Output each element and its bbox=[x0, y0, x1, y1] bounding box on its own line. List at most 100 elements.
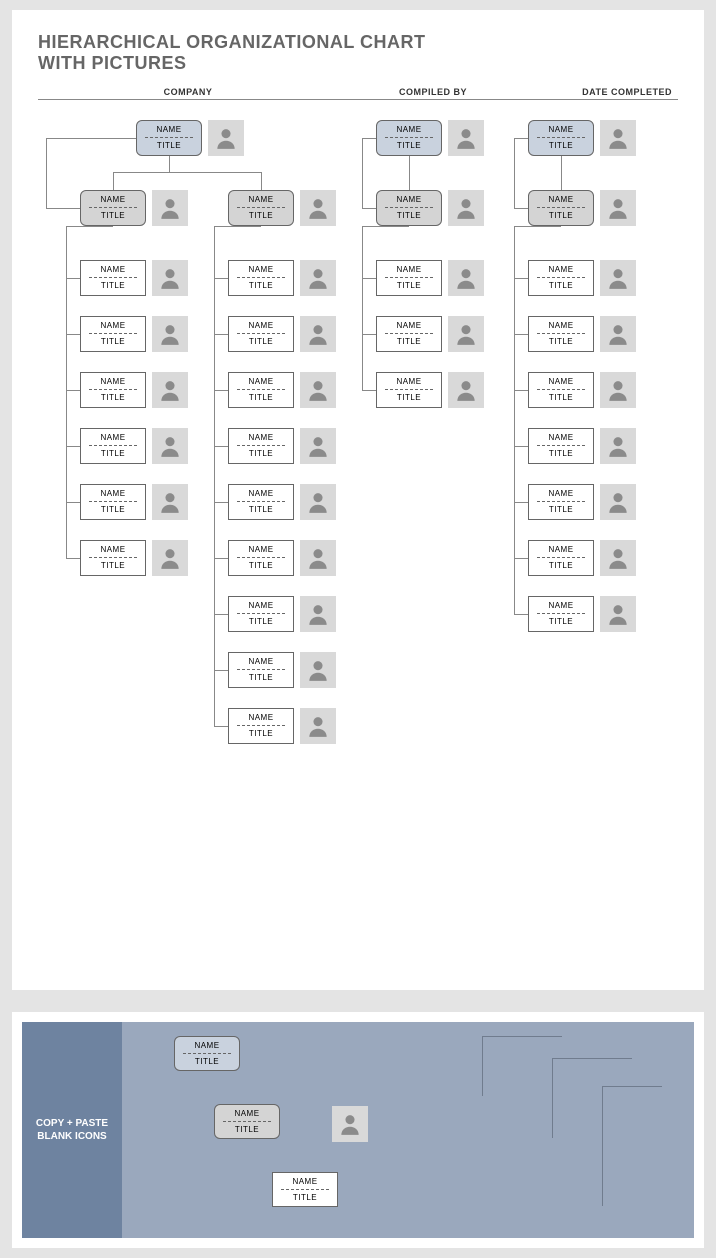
connector-line bbox=[214, 278, 228, 279]
connector-line bbox=[169, 156, 170, 172]
avatar-placeholder-icon bbox=[300, 652, 336, 688]
org-node: NAMETITLE bbox=[228, 708, 336, 744]
connector-line bbox=[214, 558, 228, 559]
node-name: NAME bbox=[377, 377, 441, 386]
avatar-placeholder-icon bbox=[300, 596, 336, 632]
connector-sample bbox=[602, 1086, 662, 1206]
connector-line bbox=[514, 390, 528, 391]
connector-line bbox=[514, 446, 528, 447]
avatar-placeholder-icon bbox=[300, 540, 336, 576]
avatar-placeholder-icon bbox=[448, 190, 484, 226]
org-node: NAMETITLE bbox=[80, 484, 188, 520]
org-node: NAMETITLE bbox=[174, 1036, 240, 1071]
avatar-placeholder-icon bbox=[600, 372, 636, 408]
connector-line bbox=[46, 138, 47, 208]
node-name: NAME bbox=[175, 1041, 239, 1050]
connector-line bbox=[514, 502, 528, 503]
org-node: NAMETITLE bbox=[528, 484, 636, 520]
node-name: NAME bbox=[81, 377, 145, 386]
node-title: TITLE bbox=[137, 141, 201, 150]
connector-line bbox=[362, 226, 409, 227]
connector-line bbox=[362, 138, 376, 139]
avatar-placeholder-icon bbox=[152, 540, 188, 576]
org-card: NAMETITLE bbox=[528, 372, 594, 408]
avatar-placeholder-icon bbox=[600, 428, 636, 464]
copy-paste-line-1: COPY + PASTE bbox=[36, 1118, 108, 1129]
header-company: COMPANY bbox=[38, 87, 338, 97]
node-title: TITLE bbox=[529, 337, 593, 346]
title-line-2: WITH PICTURES bbox=[38, 53, 187, 73]
node-name: NAME bbox=[229, 321, 293, 330]
org-card: NAME TITLE bbox=[228, 428, 294, 464]
node-name: NAME bbox=[529, 321, 593, 330]
node-title: TITLE bbox=[229, 211, 293, 220]
node-name: NAME bbox=[215, 1109, 279, 1118]
connector-line bbox=[514, 138, 528, 139]
org-card: NAMETITLE bbox=[376, 190, 442, 226]
org-card: NAMETITLE bbox=[228, 596, 294, 632]
connector-line bbox=[561, 156, 562, 172]
org-card: NAMETITLE bbox=[376, 260, 442, 296]
node-title: TITLE bbox=[529, 211, 593, 220]
node-name: NAME bbox=[529, 545, 593, 554]
org-card: NAME TITLE bbox=[528, 316, 594, 352]
node-title: TITLE bbox=[229, 449, 293, 458]
avatar-placeholder-icon bbox=[600, 540, 636, 576]
org-card: NAMETITLE bbox=[228, 316, 294, 352]
avatar-placeholder-icon bbox=[300, 428, 336, 464]
node-title: TITLE bbox=[229, 281, 293, 290]
node-title: TITLE bbox=[81, 449, 145, 458]
org-card: NAMETITLE bbox=[228, 190, 294, 226]
org-node: NAMETITLE bbox=[272, 1172, 338, 1207]
connector-line bbox=[66, 446, 80, 447]
copy-paste-panel: COPY + PASTEBLANK ICONS NAMETITLENAMETIT… bbox=[22, 1022, 694, 1238]
node-name: NAME bbox=[229, 433, 293, 442]
org-node: NAMETITLE bbox=[228, 484, 336, 520]
node-name: NAME bbox=[81, 195, 145, 204]
org-card: NAMETITLE bbox=[80, 428, 146, 464]
node-title: TITLE bbox=[529, 617, 593, 626]
org-card: NAMETITLE bbox=[80, 260, 146, 296]
org-card: NAME TITLE bbox=[80, 372, 146, 408]
node-title: TITLE bbox=[81, 561, 145, 570]
node-title: TITLE bbox=[81, 505, 145, 514]
node-title: TITLE bbox=[81, 393, 145, 402]
org-card: NAMETITLE bbox=[528, 484, 594, 520]
node-name: NAME bbox=[229, 657, 293, 666]
connector-line bbox=[66, 390, 80, 391]
org-card: NAMETITLE bbox=[80, 316, 146, 352]
node-title: TITLE bbox=[529, 393, 593, 402]
connector-line bbox=[514, 226, 561, 227]
avatar-placeholder-icon bbox=[152, 316, 188, 352]
avatar-placeholder-icon bbox=[300, 260, 336, 296]
connector-line bbox=[66, 278, 80, 279]
avatar-placeholder-icon bbox=[600, 484, 636, 520]
node-name: NAME bbox=[229, 265, 293, 274]
org-card: NAMETITLE bbox=[528, 428, 594, 464]
org-card: NAMETITLE bbox=[228, 372, 294, 408]
org-node: NAMETITLE bbox=[528, 190, 636, 226]
connector-line bbox=[261, 172, 262, 190]
avatar-placeholder-icon bbox=[448, 260, 484, 296]
org-card: NAMETITLE bbox=[228, 540, 294, 576]
node-name: NAME bbox=[229, 489, 293, 498]
org-node: NAMETITLE bbox=[376, 372, 484, 408]
node-title: TITLE bbox=[229, 729, 293, 738]
connector-line bbox=[214, 670, 228, 671]
connector-line bbox=[214, 502, 228, 503]
connector-line bbox=[66, 226, 67, 558]
node-title: TITLE bbox=[229, 561, 293, 570]
org-card: NAMETITLE bbox=[528, 190, 594, 226]
avatar-placeholder-icon bbox=[152, 484, 188, 520]
header-compiled-by: COMPILED BY bbox=[338, 87, 528, 97]
avatar-placeholder-icon bbox=[208, 120, 244, 156]
node-title: TITLE bbox=[377, 211, 441, 220]
connector-line bbox=[362, 278, 376, 279]
org-node: NAMETITLE bbox=[528, 596, 636, 632]
org-card: NAMETITLE bbox=[272, 1172, 338, 1207]
node-title: TITLE bbox=[377, 337, 441, 346]
avatar-placeholder-icon bbox=[300, 316, 336, 352]
node-name: NAME bbox=[137, 125, 201, 134]
title-line-1: HIERARCHICAL ORGANIZATIONAL CHART bbox=[38, 32, 426, 52]
org-node: NAMETITLE bbox=[528, 428, 636, 464]
